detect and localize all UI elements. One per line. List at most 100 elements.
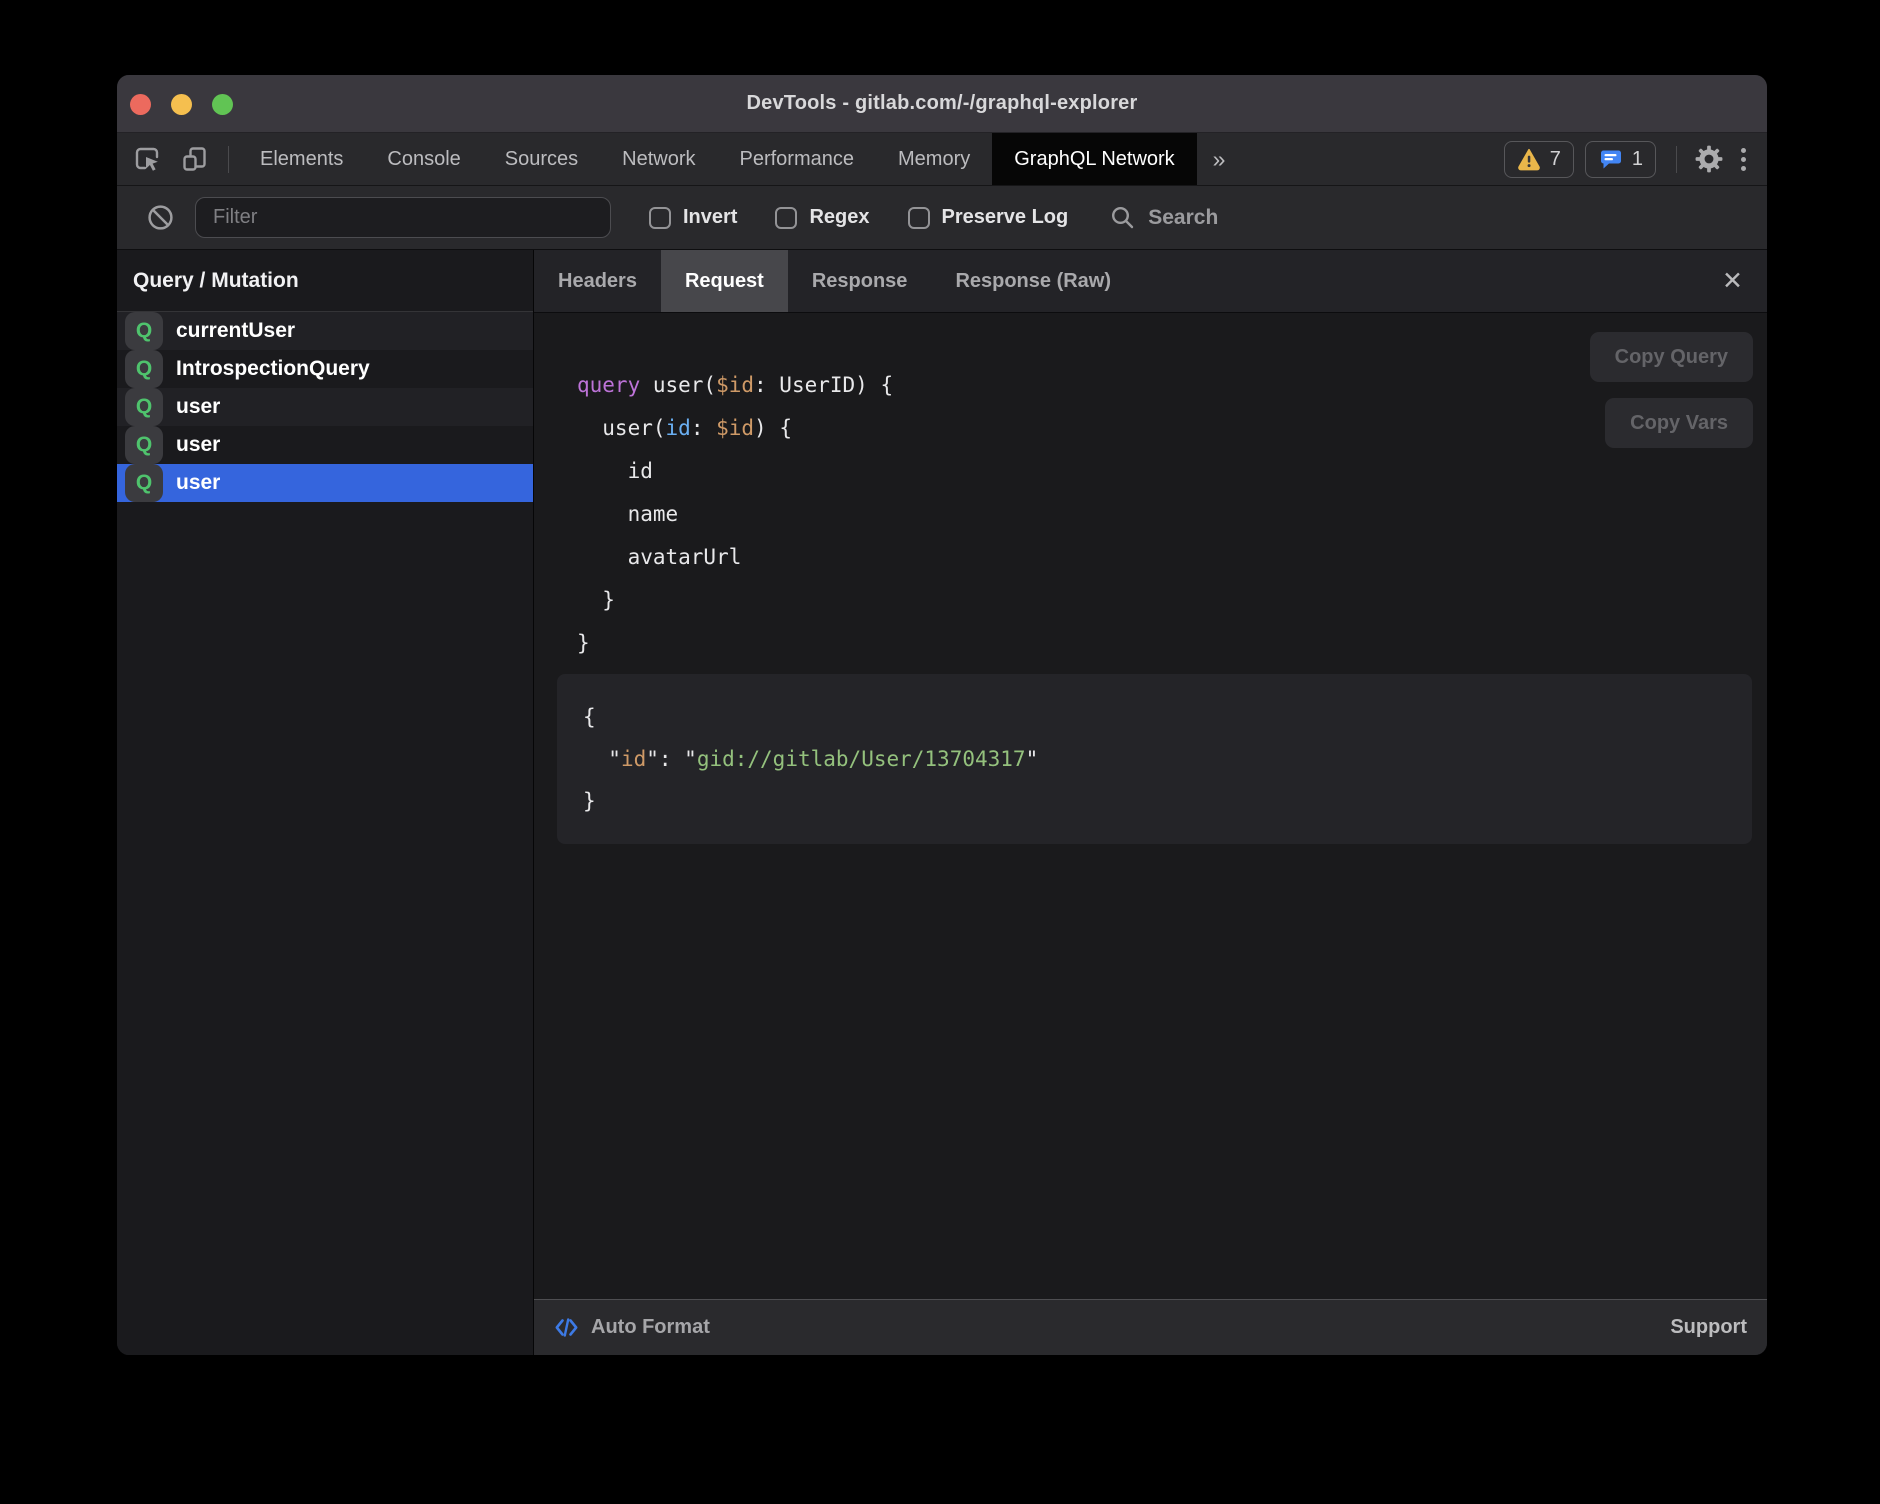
copy-buttons: Copy Query Copy Vars	[1590, 332, 1753, 448]
kebab-menu-icon	[1741, 148, 1746, 171]
query-list-item-user[interactable]: Quser	[117, 388, 533, 426]
query-type-badge: Q	[125, 312, 163, 350]
minimize-window-button[interactable]	[171, 94, 192, 115]
query-type-badge: Q	[125, 464, 163, 502]
code-line: name	[577, 493, 1767, 536]
fullscreen-window-button[interactable]	[212, 94, 233, 115]
query-list-item-IntrospectionQuery[interactable]: QIntrospectionQuery	[117, 350, 533, 388]
warning-count: 7	[1550, 148, 1561, 171]
devtools-tab-graphql-network[interactable]: GraphQL Network	[992, 133, 1196, 185]
more-options-button[interactable]	[1732, 133, 1755, 185]
search-button[interactable]: Search	[1110, 205, 1218, 230]
code-line: }	[583, 780, 1726, 822]
preserve-log-checkbox[interactable]	[908, 207, 930, 229]
auto-format-label: Auto Format	[591, 1316, 710, 1339]
detail-tab-headers[interactable]: Headers	[534, 250, 661, 312]
query-list-item-user[interactable]: Quser	[117, 426, 533, 464]
invert-checkbox-group[interactable]: Invert	[649, 206, 737, 229]
toolbar-divider	[228, 146, 229, 173]
query-name-label: IntrospectionQuery	[176, 357, 370, 381]
regex-checkbox[interactable]	[775, 207, 797, 229]
code-line: }	[577, 579, 1767, 622]
copy-vars-button[interactable]: Copy Vars	[1605, 398, 1753, 448]
devtools-toolbar: ElementsConsoleSourcesNetworkPerformance…	[117, 133, 1767, 186]
support-link[interactable]: Support	[1670, 1316, 1747, 1339]
inspect-cursor-icon	[132, 144, 162, 174]
query-name-label: currentUser	[176, 319, 295, 343]
devtools-tab-network[interactable]: Network	[600, 133, 717, 185]
filter-bar: Invert Regex Preserve Log Search	[117, 186, 1767, 250]
device-toolbar-button[interactable]	[171, 133, 219, 185]
window-title: DevTools - gitlab.com/-/graphql-explorer	[117, 92, 1767, 115]
code-line: "id": "gid://gitlab/User/13704317"	[583, 738, 1726, 780]
code-line: avatarUrl	[577, 536, 1767, 579]
traffic-lights	[130, 75, 233, 133]
titlebar: DevTools - gitlab.com/-/graphql-explorer	[117, 75, 1767, 133]
devtools-tab-console[interactable]: Console	[365, 133, 482, 185]
copy-query-button[interactable]: Copy Query	[1590, 332, 1753, 382]
code-line: query user($id: UserID) {	[577, 364, 1767, 407]
query-name-label: user	[176, 433, 220, 457]
clear-requests-button[interactable]	[147, 204, 174, 231]
request-view: Copy Query Copy Vars query user($id: Use…	[534, 313, 1767, 1299]
warning-icon	[1517, 147, 1541, 171]
more-tabs-button[interactable]: »	[1197, 133, 1242, 185]
warnings-badge[interactable]: 7	[1504, 141, 1574, 178]
variables-json-code: { "id": "gid://gitlab/User/13704317"}	[583, 696, 1726, 822]
regex-checkbox-label: Regex	[809, 206, 869, 229]
variables-box: { "id": "gid://gitlab/User/13704317"}	[557, 674, 1752, 844]
inspect-element-button[interactable]	[123, 133, 171, 185]
panel-content: Query / Mutation QcurrentUserQIntrospect…	[117, 250, 1767, 1355]
search-icon	[1110, 205, 1135, 230]
auto-format-button[interactable]: Auto Format	[554, 1315, 710, 1340]
query-sidebar: Query / Mutation QcurrentUserQIntrospect…	[117, 250, 534, 1355]
query-list-item-currentUser[interactable]: QcurrentUser	[117, 312, 533, 350]
filter-toggles: Invert Regex Preserve Log	[611, 206, 1068, 229]
query-type-badge: Q	[125, 388, 163, 426]
graphql-query-code: query user($id: UserID) { user(id: $id) …	[534, 364, 1767, 665]
issues-badge[interactable]: 1	[1585, 141, 1656, 178]
code-brackets-icon	[554, 1315, 579, 1340]
invert-checkbox-label: Invert	[683, 206, 737, 229]
settings-button[interactable]	[1686, 133, 1732, 185]
devtools-tab-elements[interactable]: Elements	[238, 133, 365, 185]
query-list-item-user-selected[interactable]: Quser	[117, 464, 533, 502]
detail-tabs: HeadersRequestResponseResponse (Raw) ✕	[534, 250, 1767, 313]
search-label: Search	[1148, 206, 1218, 230]
message-count: 1	[1632, 148, 1643, 171]
gear-icon	[1695, 145, 1723, 173]
devtools-tab-performance[interactable]: Performance	[718, 133, 877, 185]
query-list: QcurrentUserQIntrospectionQueryQuserQuse…	[117, 312, 533, 502]
devtools-window: DevTools - gitlab.com/-/graphql-explorer…	[117, 75, 1767, 1355]
code-line: user(id: $id) {	[577, 407, 1767, 450]
close-panel-button[interactable]: ✕	[1714, 265, 1751, 298]
close-window-button[interactable]	[130, 94, 151, 115]
block-icon	[147, 204, 174, 231]
code-line: {	[583, 696, 1726, 738]
detail-tab-response[interactable]: Response	[788, 250, 932, 312]
code-line: }	[577, 622, 1767, 665]
detail-panel: HeadersRequestResponseResponse (Raw) ✕ C…	[534, 250, 1767, 1355]
regex-checkbox-group[interactable]: Regex	[775, 206, 869, 229]
detail-tab-response-raw[interactable]: Response (Raw)	[931, 250, 1135, 312]
invert-checkbox[interactable]	[649, 207, 671, 229]
toolbar-divider-2	[1676, 146, 1677, 173]
query-name-label: user	[176, 471, 220, 495]
preserve-log-checkbox-label: Preserve Log	[942, 206, 1069, 229]
query-type-badge: Q	[125, 426, 163, 464]
filter-input[interactable]	[195, 197, 611, 238]
devtools-tab-memory[interactable]: Memory	[876, 133, 992, 185]
code-line: id	[577, 450, 1767, 493]
query-list-header: Query / Mutation	[117, 250, 533, 312]
detail-tab-request[interactable]: Request	[661, 250, 788, 312]
devtools-tab-sources[interactable]: Sources	[483, 133, 600, 185]
detail-tabs-list: HeadersRequestResponseResponse (Raw)	[534, 250, 1135, 312]
message-icon	[1598, 147, 1623, 172]
toolbar-right-group: 7 1	[1504, 133, 1767, 185]
panel-footer: Auto Format Support	[534, 1299, 1767, 1355]
devtools-tabs: ElementsConsoleSourcesNetworkPerformance…	[238, 133, 1197, 185]
query-name-label: user	[176, 395, 220, 419]
toolbar-spacer	[1241, 133, 1503, 185]
preserve-log-checkbox-group[interactable]: Preserve Log	[908, 206, 1069, 229]
device-toolbar-icon	[180, 144, 210, 174]
